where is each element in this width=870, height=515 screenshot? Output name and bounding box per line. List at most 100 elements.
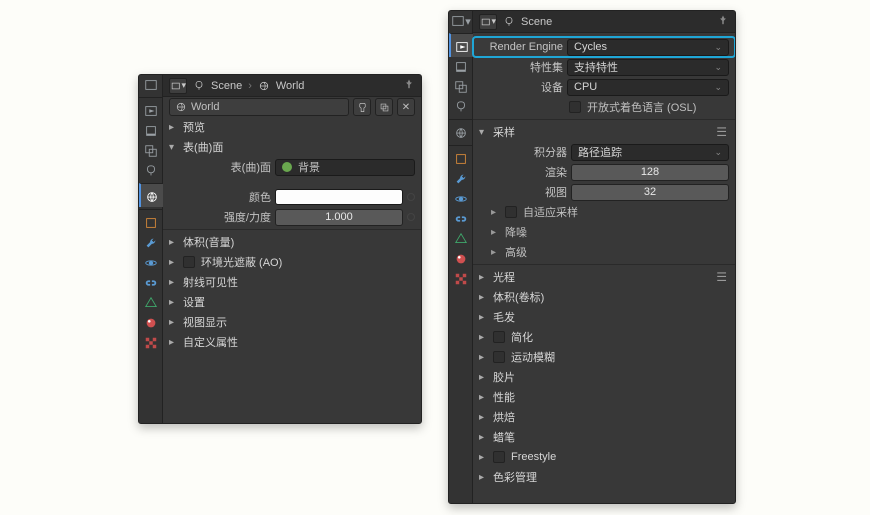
section-sampling[interactable]: 采样 ☰ xyxy=(473,122,735,142)
viewport-samples-field[interactable]: 32 xyxy=(571,184,729,201)
shader-dot-icon xyxy=(282,162,292,172)
render-samples-field[interactable]: 128 xyxy=(571,164,729,181)
section-grease[interactable]: 蜡笔 xyxy=(473,427,735,447)
chevron-down-icon: ⌄ xyxy=(714,42,722,53)
tab-physics[interactable] xyxy=(139,253,163,273)
section-simplify[interactable]: 简化 xyxy=(473,327,735,347)
color-label: 颜色 xyxy=(193,189,271,205)
surface-shader-select[interactable]: 背景 xyxy=(275,159,415,176)
world-name: World xyxy=(191,101,220,113)
strength-field[interactable]: 1.000 xyxy=(275,209,403,226)
device-select[interactable]: CPU⌄ xyxy=(567,79,729,96)
tab-texture[interactable] xyxy=(449,269,473,289)
section-ray[interactable]: 射线可见性 xyxy=(163,272,421,292)
tab-viewlayer[interactable] xyxy=(449,77,473,97)
feature-select[interactable]: 支持特性⌄ xyxy=(567,59,729,76)
section-film[interactable]: 胶片 xyxy=(473,367,735,387)
tab-object[interactable] xyxy=(449,145,473,169)
osl-label: 开放式着色语言 (OSL) xyxy=(587,99,696,115)
tab-objdata[interactable] xyxy=(449,229,473,249)
section-surface[interactable]: 表(曲)面 xyxy=(163,137,421,157)
subsection-advanced[interactable]: 高级 xyxy=(473,242,735,262)
editor-type-selector[interactable]: ▾ xyxy=(479,14,497,30)
motionblur-checkbox[interactable] xyxy=(493,351,505,363)
section-volumes[interactable]: 体积(卷标) xyxy=(473,287,735,307)
scene-icon xyxy=(503,16,515,28)
chevron-down-icon: ⌄ xyxy=(714,82,722,93)
section-performance[interactable]: 性能 xyxy=(473,387,735,407)
simplify-checkbox[interactable] xyxy=(493,331,505,343)
menu-icon[interactable]: ☰ xyxy=(716,125,729,139)
chevron-down-icon: ⌄ xyxy=(714,62,722,73)
integrator-select[interactable]: 路径追踪⌄ xyxy=(571,144,729,161)
tab-viewlayer[interactable] xyxy=(139,141,163,161)
section-viewport[interactable]: 视图显示 xyxy=(163,312,421,332)
right-tabstrip: ▾ xyxy=(449,11,473,503)
fake-user-button[interactable] xyxy=(353,98,371,116)
tab-texture[interactable] xyxy=(139,333,163,353)
tab-world[interactable] xyxy=(139,183,163,207)
section-colormgmt[interactable]: 色彩管理 xyxy=(473,467,735,487)
tab-object[interactable] xyxy=(139,209,163,233)
tab-objdata[interactable] xyxy=(139,293,163,313)
feature-label: 特性集 xyxy=(485,59,563,75)
tab-constraints[interactable] xyxy=(449,209,473,229)
ao-checkbox[interactable] xyxy=(183,256,195,268)
unlink-button[interactable]: ✕ xyxy=(397,98,415,116)
section-motionblur[interactable]: 运动模糊 xyxy=(473,347,735,367)
engine-label: Render Engine xyxy=(485,41,563,53)
pin-icon[interactable] xyxy=(403,78,415,93)
tab-scene[interactable] xyxy=(449,97,473,117)
render-samples-label: 渲染 xyxy=(503,164,567,180)
tab-physics[interactable] xyxy=(449,189,473,209)
section-preview[interactable]: 预览 xyxy=(163,117,421,137)
socket-icon[interactable] xyxy=(407,213,415,221)
world-id-field[interactable]: World xyxy=(169,98,349,116)
device-label: 设备 xyxy=(485,79,563,95)
freestyle-checkbox[interactable] xyxy=(493,451,505,463)
scene-icon xyxy=(193,80,205,92)
section-settings[interactable]: 设置 xyxy=(163,292,421,312)
tab-output[interactable] xyxy=(139,121,163,141)
popup-slot[interactable]: ▾ xyxy=(449,11,473,31)
left-header: ▾ Scene › World xyxy=(163,75,421,97)
popup-slot[interactable] xyxy=(139,75,163,95)
tab-output[interactable] xyxy=(449,57,473,77)
tab-render[interactable] xyxy=(139,97,163,121)
tab-material[interactable] xyxy=(139,313,163,333)
left-tabstrip xyxy=(139,75,163,423)
chevron-down-icon: ⌄ xyxy=(714,147,722,158)
breadcrumb-scene[interactable]: Scene xyxy=(211,80,242,92)
section-bake[interactable]: 烘焙 xyxy=(473,407,735,427)
strength-label: 强度/力度 xyxy=(193,209,271,225)
chevron-icon: › xyxy=(248,80,252,92)
section-lightpaths[interactable]: 光程☰ xyxy=(473,267,735,287)
osl-checkbox[interactable] xyxy=(569,101,581,113)
section-custom[interactable]: 自定义属性 xyxy=(163,332,421,352)
tab-render[interactable] xyxy=(449,33,473,57)
section-freestyle[interactable]: Freestyle xyxy=(473,447,735,467)
subsection-denoise[interactable]: 降噪 xyxy=(473,222,735,242)
breadcrumb-scene[interactable]: Scene xyxy=(521,16,552,28)
breadcrumb-world[interactable]: World xyxy=(276,80,305,92)
tab-world[interactable] xyxy=(449,119,473,143)
tab-scene[interactable] xyxy=(139,161,163,181)
subsection-adaptive[interactable]: 自适应采样 xyxy=(473,202,735,222)
editor-type-selector[interactable]: ▾ xyxy=(169,78,187,94)
color-swatch[interactable] xyxy=(275,189,403,205)
engine-select[interactable]: Cycles⌄ xyxy=(567,39,729,56)
socket-icon[interactable] xyxy=(407,193,415,201)
menu-icon[interactable]: ☰ xyxy=(716,270,729,284)
pin-icon[interactable] xyxy=(717,14,729,29)
section-volume[interactable]: 体积(音量) xyxy=(163,232,421,252)
section-hair[interactable]: 毛发 xyxy=(473,307,735,327)
world-icon xyxy=(258,80,270,92)
tab-constraints[interactable] xyxy=(139,273,163,293)
adaptive-checkbox[interactable] xyxy=(505,206,517,218)
tab-material[interactable] xyxy=(449,249,473,269)
tab-modifiers[interactable] xyxy=(449,169,473,189)
section-ao[interactable]: 环境光遮蔽 (AO) xyxy=(163,252,421,272)
tab-modifiers[interactable] xyxy=(139,233,163,253)
integrator-label: 积分器 xyxy=(503,144,567,160)
copy-button[interactable] xyxy=(375,98,393,116)
